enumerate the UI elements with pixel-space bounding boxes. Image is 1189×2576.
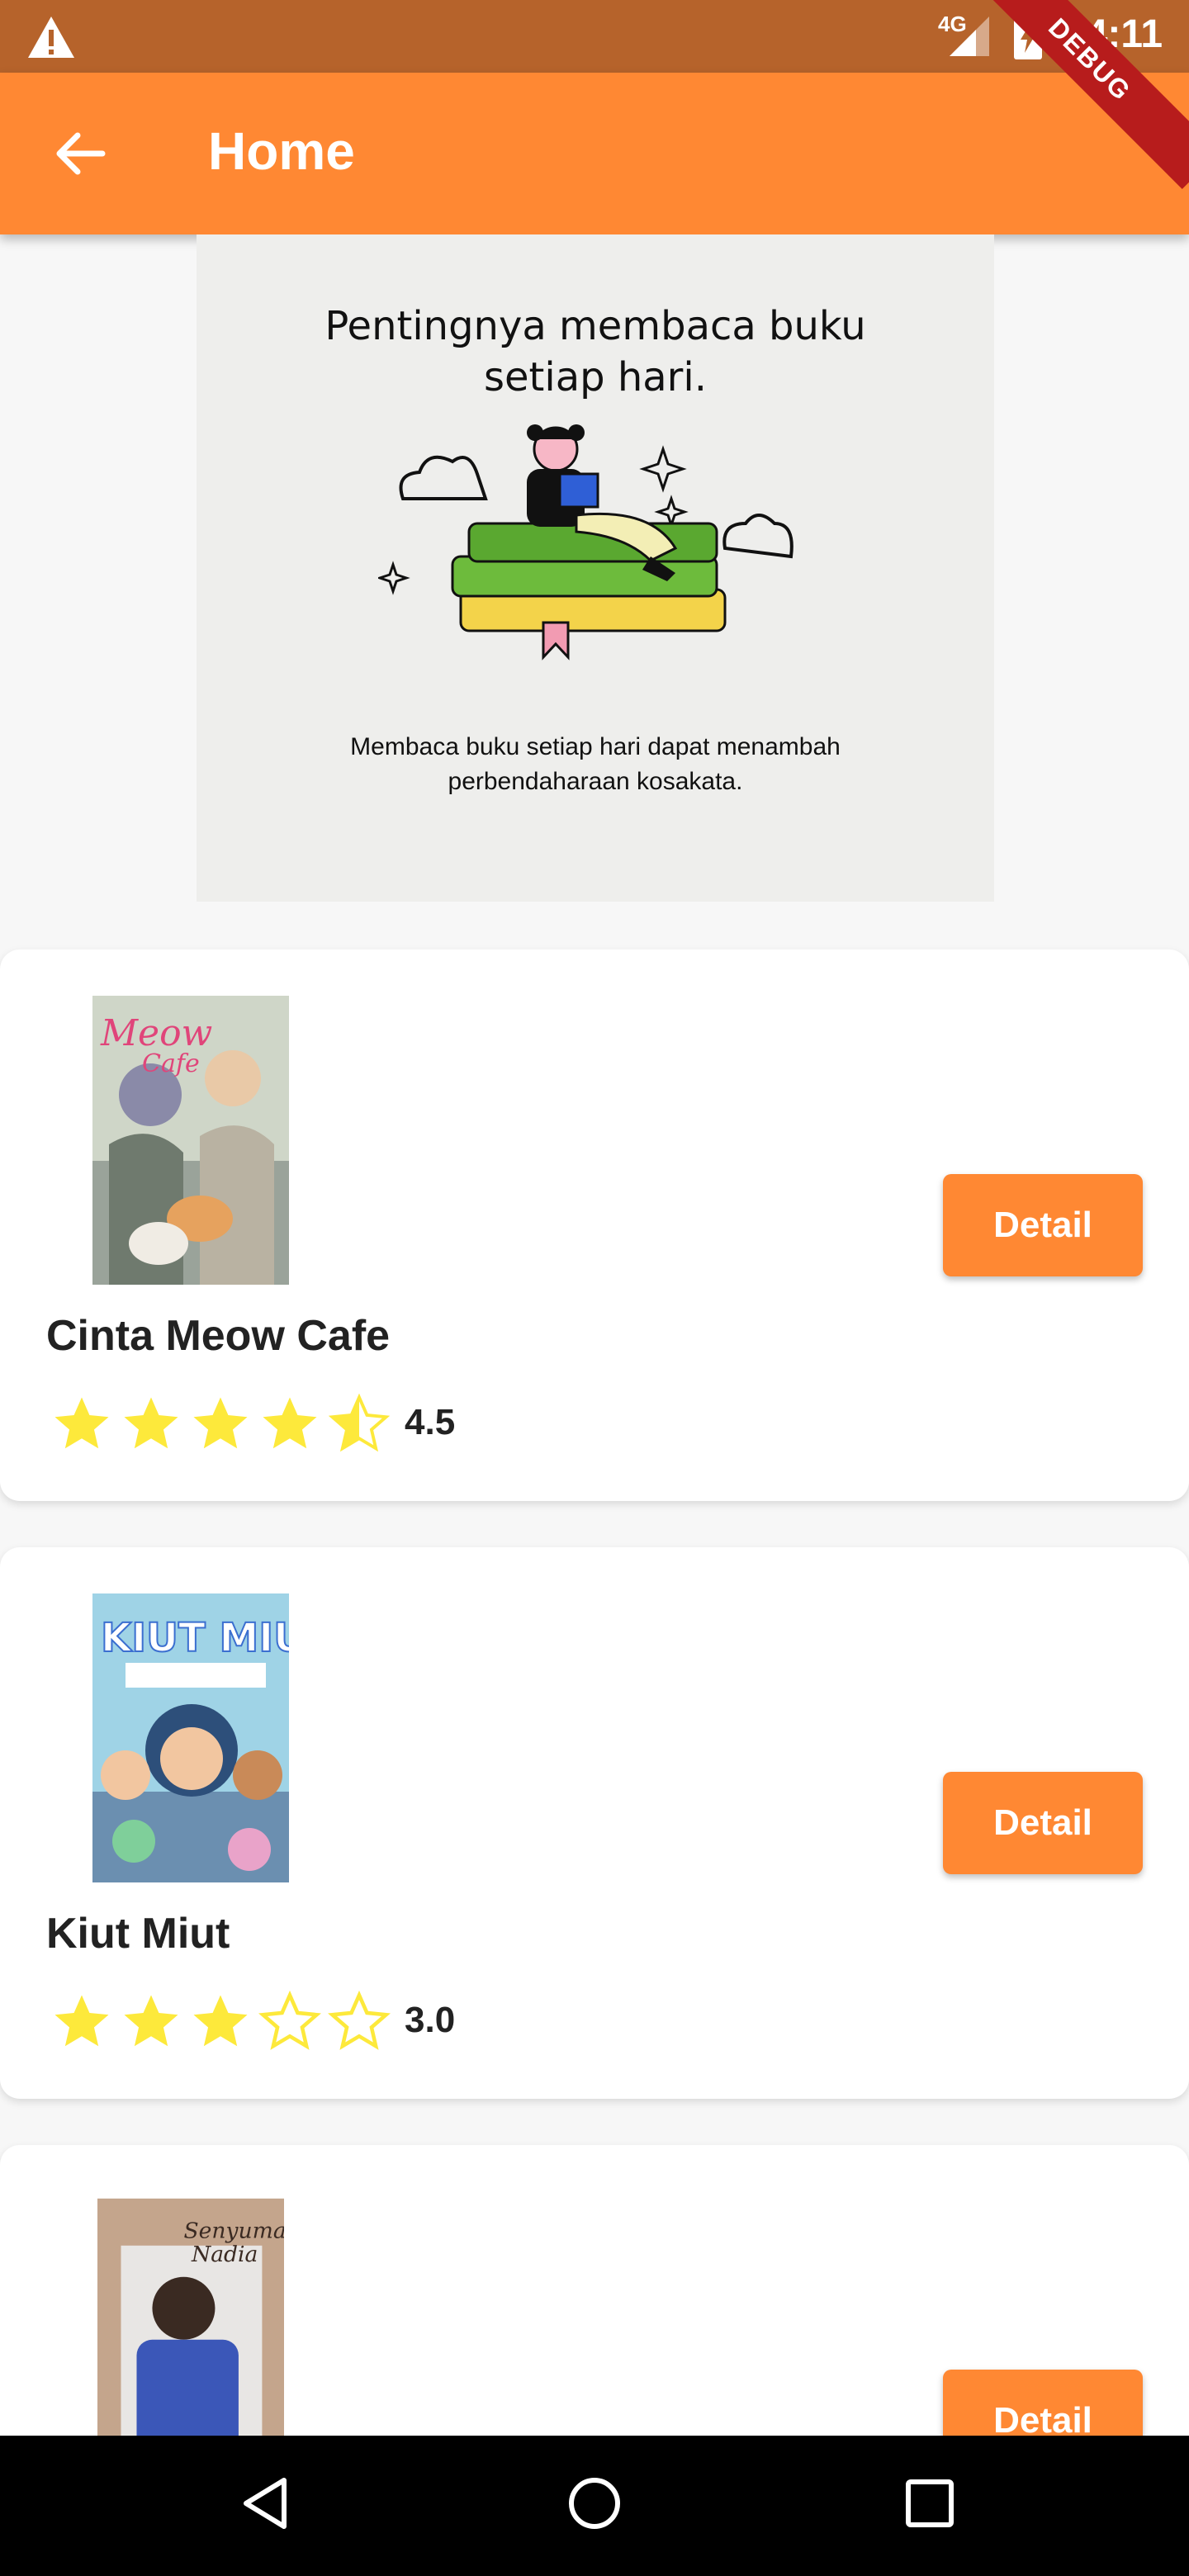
svg-text:Nadia: Nadia xyxy=(191,2242,258,2267)
promo-banner: Pentingnya membaca buku setiap hari. Mem… xyxy=(197,234,994,902)
rating-value: 4.5 xyxy=(405,1402,456,1442)
app-bar: Home xyxy=(0,73,1189,234)
banner-subtitle: Membaca buku setiap hari dapat menambah … xyxy=(350,733,841,795)
rating-value: 3.0 xyxy=(405,2000,456,2040)
star-filled-icon xyxy=(54,1397,109,1449)
book-card: Meow Cafe Cinta Meow Cafe 4.5 Detail xyxy=(0,949,1189,1501)
star-filled-icon xyxy=(54,1995,109,2047)
book-cover-image: Meow Cafe xyxy=(92,996,289,1285)
cover-title-text: Senyuman xyxy=(183,2218,284,2243)
cover-title-text: Meow xyxy=(100,1012,212,1054)
nav-recents-icon[interactable] xyxy=(900,2474,959,2533)
cover-title-text: KIUT MIUT xyxy=(101,1615,289,1661)
book-cover-image: KIUT MIUT xyxy=(92,1593,289,1882)
rating-stars xyxy=(50,1392,391,1456)
arrow-back-icon[interactable] xyxy=(53,127,106,180)
banner-title: Pentingnya membaca buku setiap hari. xyxy=(324,303,866,400)
svg-text:Cafe: Cafe xyxy=(142,1049,200,1078)
star-filled-icon xyxy=(263,1397,317,1449)
system-navigation-bar xyxy=(0,2436,1189,2576)
star-filled-icon xyxy=(193,1397,248,1449)
reading-girl-illustration xyxy=(378,424,793,661)
warning-icon xyxy=(28,17,74,58)
star-filled-icon xyxy=(124,1397,178,1449)
detail-button[interactable]: Detail xyxy=(943,1772,1143,1874)
nav-home-icon[interactable] xyxy=(565,2474,624,2533)
rating-stars xyxy=(50,1990,391,2054)
signal-icon xyxy=(950,17,989,56)
star-outline-icon xyxy=(328,1990,391,2050)
book-title: Kiut Miut xyxy=(46,1910,230,1958)
star-outline-icon xyxy=(258,1990,321,2050)
book-card: KIUT MIUT Kiut Miut 3.0 Detail xyxy=(0,1547,1189,2099)
star-filled-icon xyxy=(124,1995,178,2047)
page-title: Home xyxy=(208,121,355,181)
nav-back-icon[interactable] xyxy=(236,2474,296,2533)
star-half-icon xyxy=(328,1393,391,1452)
book-title: Cinta Meow Cafe xyxy=(46,1312,391,1360)
star-filled-icon xyxy=(193,1995,248,2047)
detail-button[interactable]: Detail xyxy=(943,1174,1143,1276)
